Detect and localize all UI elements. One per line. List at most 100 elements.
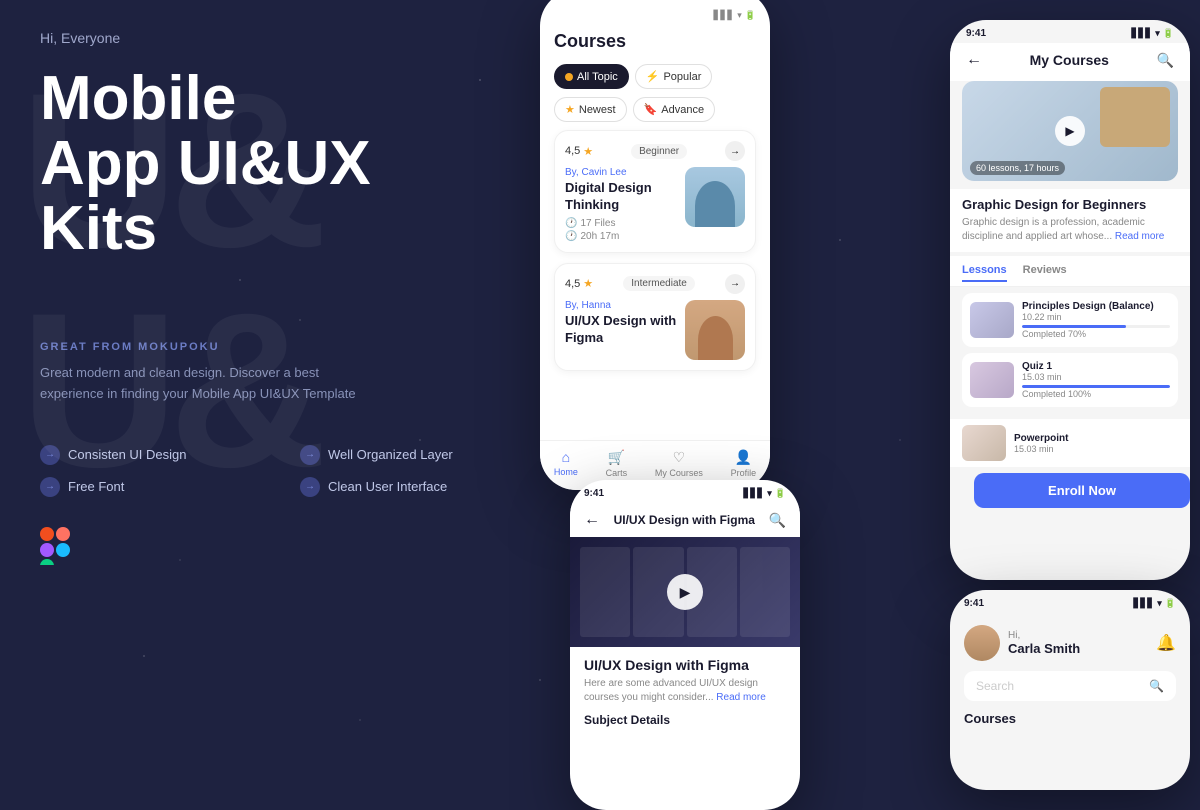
signal-icon: ▋▋▋ [1131, 28, 1152, 39]
play-button[interactable]: ▶ [1055, 116, 1085, 146]
course-card-1: 4,5 ★ Beginner → By, Cavin Lee Digital D… [554, 130, 756, 253]
lesson-duration-2: 15.03 min [1022, 372, 1170, 382]
course-author-2: Hanna [582, 300, 611, 311]
level-badge-2: Intermediate [623, 276, 695, 291]
enroll-duration: 15.03 min [1014, 444, 1178, 454]
phones-area: ▋▋▋▾🔋 Courses All Topic ⚡ Popular ★ [520, 0, 1200, 800]
phone3-header-title: UI/UX Design with Figma [614, 513, 755, 527]
lesson-duration-1: 10.22 min [1022, 312, 1170, 322]
phone2-header: ← My Courses 🔍 [950, 43, 1190, 81]
phone2-status-bar: 9:41 ▋▋▋ ▾ 🔋 [950, 20, 1190, 43]
lesson-thumb-2 [970, 362, 1014, 398]
phone4-status-bar: 9:41 ▋▋▋▾🔋 [950, 590, 1190, 613]
feature-label-4: Clean User Interface [328, 479, 447, 494]
wifi-icon: ▾ [1155, 28, 1160, 39]
person-avatar-1 [685, 167, 745, 227]
user-info: Hi, Carla Smith [1008, 630, 1080, 656]
course-meta-1: 🕐 17 Files 🕐 20h 17m [565, 218, 677, 242]
enroll-thumb [962, 425, 1006, 461]
filter-row-2: ★ Newest 🔖 Advance [554, 97, 756, 122]
nav-my-courses[interactable]: ♡ My Courses [655, 449, 703, 478]
enroll-btn-wrapper: Enroll Now [950, 473, 1190, 522]
phone3-search-icon[interactable]: 🔍 [769, 512, 786, 529]
home-icon: ⌂ [562, 449, 570, 465]
greeting-text: Hi, Everyone [40, 30, 540, 46]
phone2-status-icons: ▋▋▋ ▾ 🔋 [1131, 28, 1174, 39]
phone3-back-btn[interactable]: ← [584, 511, 600, 529]
phone4-greeting: Hi, Carla Smith 🔔 [964, 625, 1176, 661]
course-detail: Graphic Design for Beginners Graphic des… [950, 189, 1190, 252]
phone4-user: Hi, Carla Smith [964, 625, 1080, 661]
phone3-desc: Here are some advanced UI/UX design cour… [584, 677, 786, 705]
phone2-header-title: My Courses [1030, 52, 1109, 68]
lesson-thumb-1 [970, 302, 1014, 338]
course-detail-title: Graphic Design for Beginners [962, 197, 1178, 212]
course-card-1-body: By, Cavin Lee Digital Design Thinking 🕐 … [565, 167, 745, 242]
arrow-btn-1[interactable]: → [725, 141, 745, 161]
course-name-2: UI/UX Design with Figma [565, 313, 677, 347]
phone1-title: Courses [554, 31, 756, 52]
filter-popular[interactable]: ⚡ Popular [635, 64, 713, 89]
phone3-header: ← UI/UX Design with Figma 🔍 [570, 503, 800, 537]
nav-home[interactable]: ⌂ Home [554, 449, 578, 478]
filter-advance[interactable]: 🔖 Advance [633, 97, 716, 122]
course-video: ▶ [570, 537, 800, 647]
enroll-info: Powerpoint 15.03 min [1014, 433, 1178, 454]
hi-text: Hi, [1008, 630, 1080, 641]
phone3-read-more[interactable]: Read more [716, 692, 765, 703]
progress-fill-1 [1022, 325, 1126, 328]
phone2-search-icon[interactable]: 🔍 [1157, 52, 1174, 69]
course-card-2: 4,5 ★ Intermediate → By, Hanna UI/UX Des… [554, 263, 756, 371]
tab-lessons[interactable]: Lessons [962, 264, 1007, 282]
course-banner-meta: 60 lessons, 17 hours [970, 161, 1065, 175]
lesson-item-1: Principles Design (Balance) 10.22 min Co… [962, 293, 1178, 347]
phone2-time: 9:41 [966, 28, 986, 39]
lesson-list: Principles Design (Balance) 10.22 min Co… [950, 287, 1190, 419]
left-panel: Hi, Everyone U&U& Mobile App UI&UX Kits … [0, 0, 580, 800]
enroll-title: Powerpoint [1014, 433, 1178, 444]
course-by-2: By, Hanna [565, 300, 677, 311]
search-icon[interactable]: 🔍 [1149, 679, 1164, 693]
search-placeholder: Search [976, 679, 1014, 693]
nav-profile[interactable]: 👤 Profile [731, 449, 757, 478]
filter-all-topic[interactable]: All Topic [554, 64, 629, 89]
phone3-status-bar: 9:41 ▋▋▋▾🔋 [570, 480, 800, 503]
lesson-name-2: Quiz 1 [1022, 361, 1170, 372]
filter-newest[interactable]: ★ Newest [554, 97, 627, 122]
user-name: Carla Smith [1008, 641, 1080, 656]
courses-icon: ♡ [673, 449, 686, 466]
course-card-2-body: By, Hanna UI/UX Design with Figma [565, 300, 745, 360]
enroll-section: Powerpoint 15.03 min [950, 419, 1190, 467]
arrow-btn-2[interactable]: → [725, 274, 745, 294]
filter-dot [565, 73, 573, 81]
rating-2: 4,5 ★ [565, 277, 593, 290]
course-card-2-header: 4,5 ★ Intermediate → [565, 274, 745, 294]
lesson-item-2: Quiz 1 15.03 min Completed 100% [962, 353, 1178, 407]
nav-carts[interactable]: 🛒 Carts [606, 449, 628, 478]
phone4-courses-title: Courses [964, 711, 1176, 726]
phone2-back-btn[interactable]: ← [966, 51, 982, 69]
profile-icon: 👤 [735, 449, 752, 466]
progress-text-2: Completed 100% [1022, 389, 1170, 399]
course-card-1-header: 4,5 ★ Beginner → [565, 141, 745, 161]
course-thumb-2 [685, 300, 745, 360]
course-name-1: Digital Design Thinking [565, 180, 677, 214]
files-meta: 🕐 17 Files [565, 218, 677, 229]
phone2-my-courses: 9:41 ▋▋▋ ▾ 🔋 ← My Courses 🔍 ▶ 60 lessons… [950, 20, 1190, 580]
progress-text-1: Completed 70% [1022, 329, 1170, 339]
search-bar[interactable]: Search 🔍 [964, 671, 1176, 701]
tab-reviews[interactable]: Reviews [1023, 264, 1067, 282]
user-avatar [964, 625, 1000, 661]
progress-bar-1 [1022, 325, 1170, 328]
star-icon-1: ★ [583, 145, 593, 158]
read-more-link[interactable]: Read more [1115, 231, 1164, 242]
bell-icon[interactable]: 🔔 [1156, 633, 1176, 653]
hero-title: Mobile App UI&UX Kits [40, 66, 540, 261]
course-tabs: Lessons Reviews [950, 256, 1190, 287]
course-author-1: Cavin Lee [582, 167, 627, 178]
feature-item-2: → Well Organized Layer [300, 445, 540, 465]
phone4-status-icons: ▋▋▋▾🔋 [1133, 598, 1176, 609]
video-play-button[interactable]: ▶ [667, 574, 703, 610]
feature-item-4: → Clean User Interface [300, 477, 540, 497]
enroll-button[interactable]: Enroll Now [974, 473, 1190, 508]
